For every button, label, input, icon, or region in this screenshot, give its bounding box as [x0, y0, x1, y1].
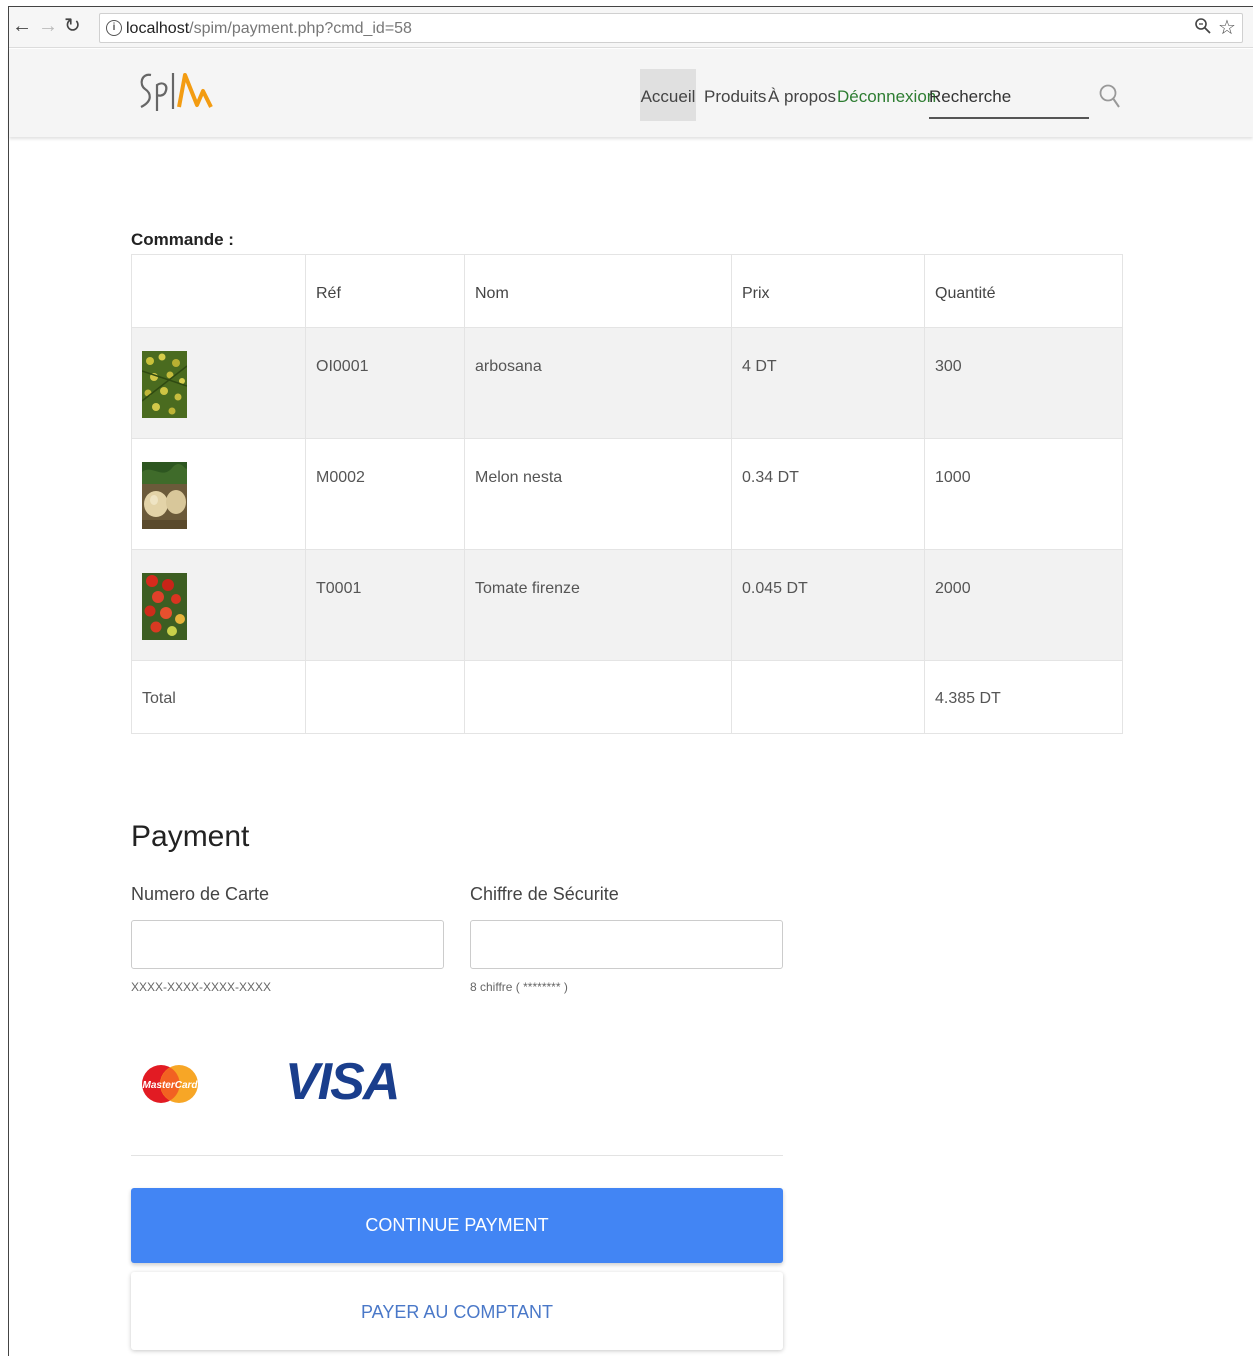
price-cell: 0.045 DT	[731, 549, 925, 661]
info-icon[interactable]: i	[106, 20, 122, 36]
name-cell: Tomate firenze	[464, 549, 732, 661]
tomato-thumbnail	[142, 573, 187, 640]
window-border-left	[8, 6, 9, 1356]
reload-icon[interactable]: ↻	[64, 16, 81, 36]
price-cell: 0.34 DT	[731, 438, 925, 550]
table-row: M0002 Melon nesta 0.34 DT 1000	[131, 438, 1123, 550]
search-input[interactable]	[929, 77, 1089, 119]
search-icon[interactable]	[1099, 83, 1121, 114]
order-title: Commande :	[131, 230, 234, 249]
nav-products[interactable]: Produits	[704, 69, 766, 121]
ref-cell: T0001	[305, 549, 465, 661]
back-arrow-icon[interactable]: ←	[12, 16, 32, 36]
mastercard-logo[interactable]: MasterCard	[141, 1058, 199, 1115]
browser-toolbar: ← → ↻ i localhost/spim/payment.php?cmd_i…	[8, 6, 1253, 48]
card-number-input[interactable]	[131, 920, 444, 969]
total-row: Total 4.385 DT	[131, 660, 1123, 734]
window-border	[8, 6, 1253, 7]
quantity-cell: 1000	[924, 438, 1123, 550]
forward-arrow-icon[interactable]: →	[38, 16, 58, 36]
empty-cell	[731, 660, 925, 734]
quantity-cell: 300	[924, 327, 1123, 439]
product-image-cell	[131, 327, 306, 439]
mastercard-text: MasterCard	[142, 1080, 198, 1091]
header-price: Prix	[731, 254, 925, 328]
empty-cell	[464, 660, 732, 734]
olive-thumbnail	[142, 351, 187, 418]
nav-logout[interactable]: Déconnexion	[837, 69, 936, 121]
url-path: /spim/payment.php?cmd_id=58	[189, 20, 412, 37]
total-label: Total	[131, 660, 306, 734]
zoom-icon[interactable]	[1194, 17, 1212, 40]
card-number-label: Numero de Carte	[131, 884, 270, 904]
header-name: Nom	[464, 254, 732, 328]
url-host: localhost	[126, 20, 190, 37]
address-bar[interactable]: i localhost/spim/payment.php?cmd_id=58 ☆	[99, 13, 1243, 43]
continue-payment-button[interactable]: CONTINUE PAYMENT	[131, 1188, 783, 1263]
payment-title: Payment	[131, 820, 250, 853]
bookmark-star-icon[interactable]: ☆	[1218, 15, 1236, 40]
name-cell: arbosana	[464, 327, 732, 439]
empty-cell	[305, 660, 465, 734]
product-image-cell	[131, 549, 306, 661]
header-image	[131, 254, 306, 328]
product-image-cell	[131, 438, 306, 550]
pay-cash-button[interactable]: PAYER AU COMPTANT	[131, 1272, 783, 1350]
table-row: OI0001 arbosana 4 DT 300	[131, 327, 1123, 439]
spim-logo[interactable]	[137, 67, 217, 122]
table-row: T0001 Tomate firenze 0.045 DT 2000	[131, 549, 1123, 661]
security-code-input[interactable]	[470, 920, 783, 969]
security-code-label: Chiffre de Sécurite	[470, 884, 619, 904]
site-header: Accueil Produits À propos Déconnexion	[9, 49, 1253, 137]
visa-logo[interactable]: VISA	[285, 1052, 400, 1112]
total-value: 4.385 DT	[924, 660, 1123, 734]
card-number-hint: XXXX-XXXX-XXXX-XXXX	[131, 980, 272, 994]
url-text: localhost/spim/payment.php?cmd_id=58	[126, 20, 412, 38]
table-header-row: Réf Nom Prix Quantité	[131, 254, 1123, 328]
order-table: Réf Nom Prix Quantité OI0001 arbosana 4 …	[131, 254, 1123, 734]
header-quantity: Quantité	[924, 254, 1123, 328]
header-ref: Réf	[305, 254, 465, 328]
quantity-cell: 2000	[924, 549, 1123, 661]
melon-thumbnail	[142, 462, 187, 529]
nav-home[interactable]: Accueil	[640, 69, 696, 121]
name-cell: Melon nesta	[464, 438, 732, 550]
price-cell: 4 DT	[731, 327, 925, 439]
security-code-hint: 8 chiffre ( ******** )	[470, 980, 568, 994]
nav-about[interactable]: À propos	[768, 69, 836, 121]
ref-cell: OI0001	[305, 327, 465, 439]
divider	[131, 1155, 783, 1156]
logo-graphic	[140, 73, 213, 111]
ref-cell: M0002	[305, 438, 465, 550]
